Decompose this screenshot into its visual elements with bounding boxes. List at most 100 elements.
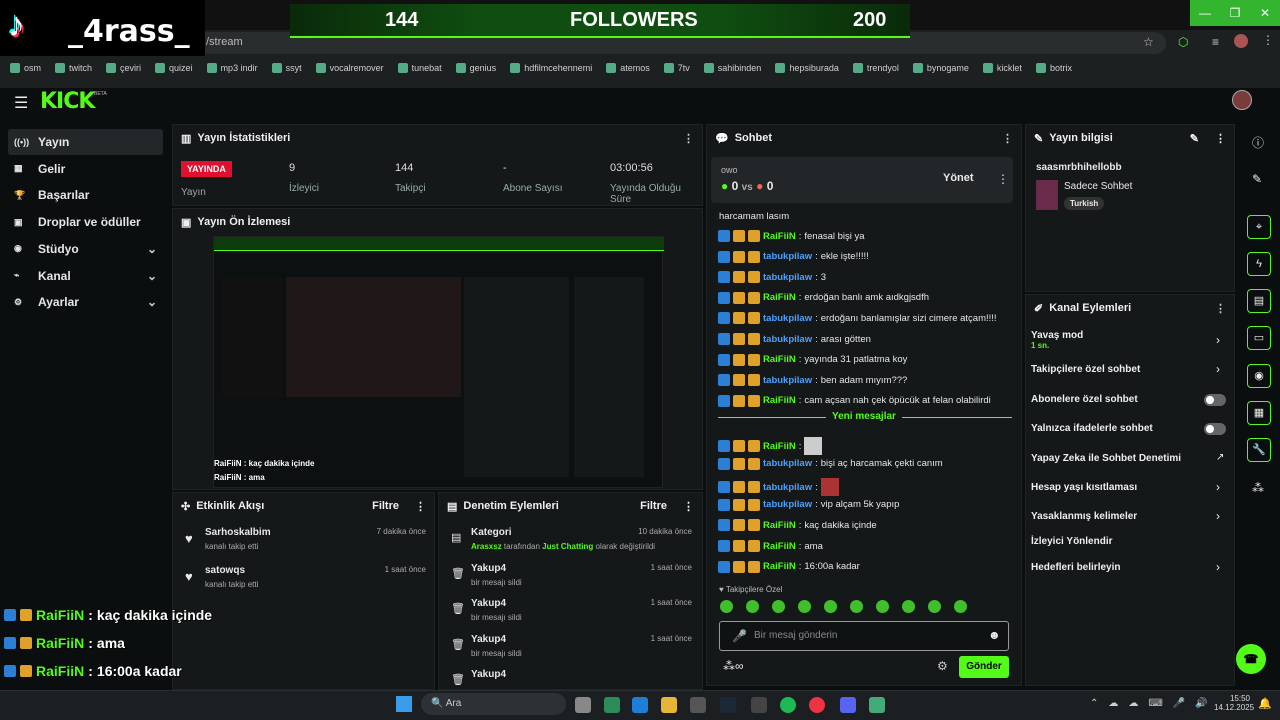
bookmark-item[interactable]: vocalremover [315, 63, 384, 73]
bookmark-item[interactable]: kicklet [982, 63, 1022, 73]
sidebar-item-2[interactable]: 🏆 Başarılar [8, 182, 163, 208]
bookmark-item[interactable]: quizei [155, 63, 193, 73]
explorer-icon[interactable] [661, 697, 677, 713]
emote-button[interactable] [746, 600, 759, 613]
sidebar-item-0[interactable]: ((•)) Yayın [8, 129, 163, 155]
banned-words-row[interactable]: Yasaklanmış kelimeler [1031, 511, 1137, 522]
panel-rail-icon[interactable]: ▦ [1247, 401, 1271, 425]
chat-message[interactable]: RaiFiiN: ama [718, 540, 823, 552]
chat-message[interactable]: RaiFiiN: yayında 31 patlatma koy [718, 353, 907, 366]
account-age-row[interactable]: Hesap yaşı kısıtlaması [1031, 482, 1137, 493]
bookmark-item[interactable]: twitch [55, 63, 92, 73]
tray-icons[interactable]: ⌃☁☁⌨🎤🔊 [1090, 698, 1218, 709]
bookmark-item[interactable]: hepsiburada [775, 63, 839, 73]
broadcast-rail-icon[interactable]: ◉ [1247, 364, 1271, 388]
chat-message[interactable]: RaiFiiN: fenasal bişi ya [718, 230, 865, 242]
chat-message[interactable]: RaiFiiN: cam açsan nah çek öpücük at fela… [718, 394, 991, 407]
chat-message[interactable]: RaiFiiN: erdoğan banlı amk aıdkgjsdfh [718, 291, 929, 304]
bookmark-item[interactable]: hdfilmcehennemi [510, 63, 592, 73]
bookmark-item[interactable]: trendyol [852, 63, 899, 73]
user-avatar[interactable] [1232, 90, 1252, 110]
emote-button[interactable] [720, 600, 733, 613]
chat-message[interactable]: tabukpilaw: erdoğanı banlamışlar sizi cim… [718, 312, 997, 325]
emote-button[interactable] [772, 600, 785, 613]
emote-button[interactable] [824, 600, 837, 613]
actions-menu-icon[interactable]: ⋮ [1215, 302, 1226, 315]
redirect-viewers-row[interactable]: İzleyici Yönlendir [1031, 536, 1113, 547]
app-icon-3[interactable] [869, 697, 885, 713]
edit-info-icon[interactable]: ✎ [1190, 132, 1199, 145]
send-button[interactable]: Gönder [959, 656, 1009, 678]
info-menu-icon[interactable]: ⋮ [1215, 132, 1226, 145]
hamburger-icon[interactable]: ☰ [14, 93, 28, 113]
windows-start-icon[interactable] [396, 696, 412, 712]
slow-mode-chevron-icon[interactable]: › [1216, 333, 1220, 347]
help-button[interactable]: ☎ [1236, 644, 1266, 674]
bookmark-item[interactable]: tunebat [397, 63, 442, 73]
sidebar-item-3[interactable]: ▣ Droplar ve ödüller [8, 209, 163, 235]
bookmark-item[interactable]: botrix [1035, 63, 1072, 73]
spotify-icon[interactable] [780, 697, 796, 713]
info-rail-icon[interactable]: ⓘ [1252, 134, 1264, 151]
manage-button[interactable]: Yönet [943, 172, 974, 184]
chat-message[interactable]: tabukpilaw: ekle işte!!!!! [718, 250, 869, 263]
chat-username[interactable]: tabukpilaw [763, 272, 812, 283]
discord-icon[interactable] [840, 697, 856, 713]
bookmark-item[interactable]: osm [10, 63, 41, 73]
clock[interactable]: 15:50 14.12.2025 [1214, 694, 1254, 712]
restore-button[interactable]: ❐ [1220, 0, 1250, 26]
chat-username[interactable]: tabukpilaw [763, 499, 812, 510]
steam-icon[interactable] [720, 697, 736, 713]
goals-chevron-icon[interactable]: › [1216, 560, 1220, 574]
emote-button[interactable] [902, 600, 915, 613]
taskbar-search[interactable]: 🔍 Ara [421, 693, 566, 715]
chat-input[interactable]: 🎤 Bir mesaj gönderin ☻ [719, 621, 1009, 651]
chat-settings-icon[interactable]: ⚙ [937, 659, 948, 673]
chat-message[interactable]: tabukpilaw: bişi aç harcamak çekti canım [718, 457, 943, 470]
chevron-down-icon[interactable]: ⌄ [147, 269, 157, 283]
ai-moderation-row[interactable]: Yapay Zeka ile Sohbet Denetimi [1031, 453, 1181, 464]
chat-message[interactable]: RaiFiiN: kaç dakika içinde [718, 519, 877, 532]
chat-message[interactable]: tabukpilaw: [718, 478, 839, 497]
chat-username[interactable]: RaiFiiN [763, 395, 796, 406]
chat-message[interactable]: RaiFiiN: [718, 437, 823, 455]
emoji-icon[interactable]: ☻ [988, 628, 1001, 642]
chat-username[interactable]: tabukpilaw [763, 375, 812, 386]
external-link-icon[interactable]: ↗ [1216, 452, 1224, 463]
sidebar-item-6[interactable]: ⚙ Ayarlar ⌄ [8, 289, 163, 315]
kick-logo[interactable]: KICK [40, 89, 95, 114]
clip-icon[interactable]: ⌖ [1247, 215, 1271, 239]
lightning-icon[interactable]: ϟ [1247, 252, 1271, 276]
followers-only-row[interactable]: Takipçilere özel sohbet [1031, 364, 1140, 375]
profile-avatar[interactable] [1234, 34, 1248, 48]
document-icon[interactable]: ▤ [1247, 289, 1271, 313]
followers-chevron-icon[interactable]: › [1216, 362, 1220, 376]
extension-icon[interactable]: ⬡ [1178, 35, 1188, 49]
chat-message[interactable]: tabukpilaw:3 [718, 271, 826, 284]
chat-username[interactable]: RaiFiiN [763, 292, 796, 303]
bookmark-item[interactable]: bynogame [912, 63, 969, 73]
chat-username[interactable]: tabukpilaw [763, 482, 812, 493]
category-thumbnail[interactable] [1036, 180, 1058, 210]
age-chevron-icon[interactable]: › [1216, 480, 1220, 494]
chat-username[interactable]: RaiFiiN [763, 561, 796, 572]
chat-rail-icon[interactable]: ▭ [1247, 326, 1271, 350]
chat-username[interactable]: RaiFiiN [763, 520, 796, 531]
notification-icon[interactable]: 🔔 [1258, 697, 1272, 710]
chat-menu-icon[interactable]: ⋮ [1002, 132, 1013, 145]
chat-username[interactable]: RaiFiiN [763, 441, 796, 452]
sidebar-item-5[interactable]: ⌁ Kanal ⌄ [8, 263, 163, 289]
bookmark-item[interactable]: 7tv [663, 63, 690, 73]
chrome-icon[interactable] [809, 697, 825, 713]
bookmark-item[interactable]: ssyt [271, 63, 302, 73]
minimize-button[interactable]: — [1190, 0, 1220, 26]
bookmark-item[interactable]: çeviri [106, 63, 141, 73]
star-icon[interactable]: ☆ [1143, 35, 1154, 49]
chat-username[interactable]: tabukpilaw [763, 334, 812, 345]
emote-button[interactable] [798, 600, 811, 613]
chat-username[interactable]: RaiFiiN [763, 231, 796, 242]
kebab-icon[interactable]: ⋮ [1262, 33, 1274, 47]
obs-icon[interactable] [751, 697, 767, 713]
app-icon-1[interactable] [604, 697, 620, 713]
task-view-icon[interactable] [575, 697, 591, 713]
